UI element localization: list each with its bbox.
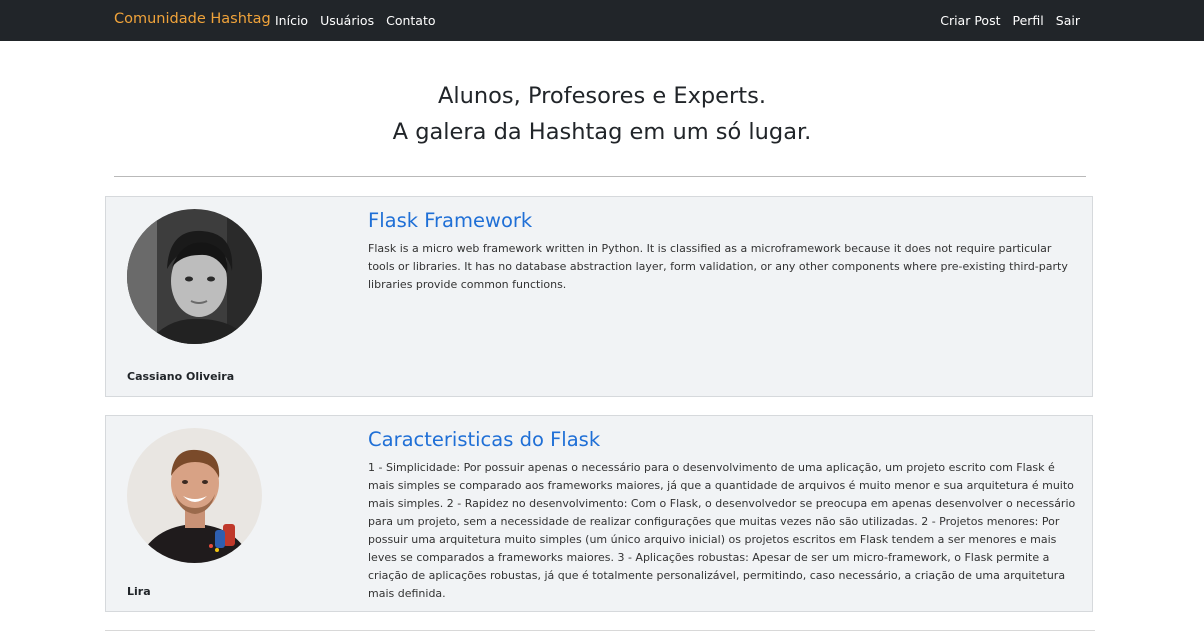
nav-link-sair[interactable]: Sair <box>1056 13 1080 28</box>
author-name: Lira <box>127 585 151 598</box>
author-avatar <box>127 428 262 563</box>
top-navbar: Comunidade Hashtag Início Usuários Conta… <box>0 0 1204 41</box>
hero-heading: Alunos, Profesores e Experts. A galera d… <box>0 78 1204 150</box>
hero-divider <box>114 176 1086 177</box>
nav-right-group: Criar Post Perfil Sair <box>940 13 1080 28</box>
nav-link-usuarios[interactable]: Usuários <box>320 13 374 28</box>
nav-link-perfil[interactable]: Perfil <box>1013 13 1044 28</box>
user-photo-color-icon <box>127 428 262 563</box>
post-title-link[interactable]: Caracteristicas do Flask <box>368 428 600 451</box>
nav-left-group: Início Usuários Contato <box>275 13 436 28</box>
nav-link-contato[interactable]: Contato <box>386 13 435 28</box>
author-avatar <box>127 209 262 344</box>
author-name: Cassiano Oliveira <box>127 370 235 383</box>
post-body: 1 - Simplicidade: Por possuir apenas o n… <box>368 461 1076 600</box>
post-card: Cassiano Oliveira Flask Framework Flask … <box>105 196 1093 397</box>
nav-link-criar-post[interactable]: Criar Post <box>940 13 1000 28</box>
user-photo-grayscale-icon <box>127 209 262 344</box>
brand-link[interactable]: Comunidade Hashtag <box>114 11 271 27</box>
hero-line-1: Alunos, Profesores e Experts. <box>438 83 766 109</box>
post-card: Lira Caracteristicas do Flask 1 - Simpli… <box>105 415 1093 612</box>
bottom-divider <box>105 630 1095 631</box>
hero-line-2: A galera da Hashtag em um só lugar. <box>392 119 812 145</box>
post-title-link[interactable]: Flask Framework <box>368 209 532 232</box>
nav-link-inicio[interactable]: Início <box>275 13 308 28</box>
post-body: Flask is a micro web framework written i… <box>368 242 1068 291</box>
